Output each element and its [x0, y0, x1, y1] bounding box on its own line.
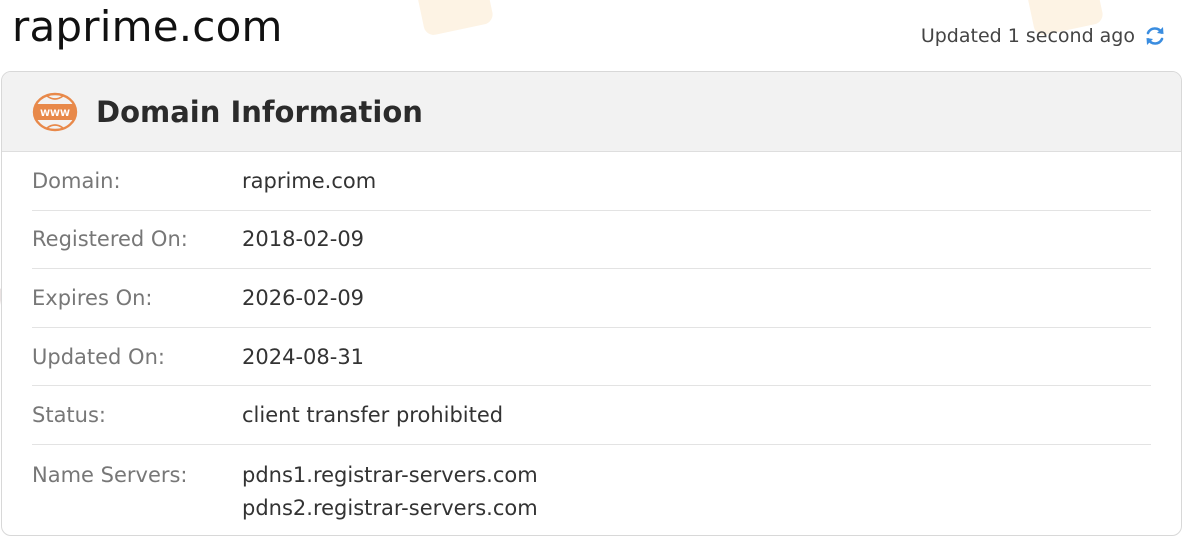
page-title: raprime.com	[12, 2, 283, 51]
refresh-icon[interactable]	[1143, 24, 1167, 48]
svg-text:WWW: WWW	[40, 109, 70, 119]
name-server: pdns2.registrar-servers.com	[242, 495, 538, 520]
row-value: 2018-02-09	[242, 227, 365, 252]
card-header: WWW Domain Information	[2, 72, 1181, 152]
row-label: Expires On:	[32, 285, 153, 310]
row-value: 2026-02-09	[242, 285, 365, 310]
row-expires-on: Expires On: 2026-02-09	[32, 269, 1151, 328]
www-icon: WWW	[32, 92, 78, 132]
domain-info-card: WWW Domain Information Domain: raprime.c…	[1, 71, 1182, 536]
row-label: Updated On:	[32, 344, 165, 369]
row-value: client transfer prohibited	[242, 403, 504, 428]
row-name-servers: Name Servers: pdns1.registrar-servers.co…	[32, 445, 1151, 535]
row-label: Name Servers:	[32, 462, 188, 487]
row-label: Registered On:	[32, 227, 188, 252]
row-registered-on: Registered On: 2018-02-09	[32, 211, 1151, 270]
row-label: Domain:	[32, 168, 121, 193]
row-domain: Domain: raprime.com	[32, 152, 1151, 211]
row-value: raprime.com	[242, 168, 377, 193]
card-title: Domain Information	[96, 94, 423, 129]
row-updated-on: Updated On: 2024-08-31	[32, 328, 1151, 387]
row-label: Status:	[32, 403, 106, 428]
updated-status: Updated 1 second ago	[921, 24, 1167, 48]
row-value: pdns1.registrar-servers.com pdns2.regist…	[242, 459, 538, 525]
row-value: 2024-08-31	[242, 344, 365, 369]
name-server: pdns1.registrar-servers.com	[242, 462, 538, 487]
row-status: Status: client transfer prohibited	[32, 386, 1151, 445]
info-rows: Domain: raprime.com Registered On: 2018-…	[32, 152, 1151, 535]
updated-text: Updated 1 second ago	[920, 25, 1135, 47]
watermark-logo	[415, 0, 495, 37]
